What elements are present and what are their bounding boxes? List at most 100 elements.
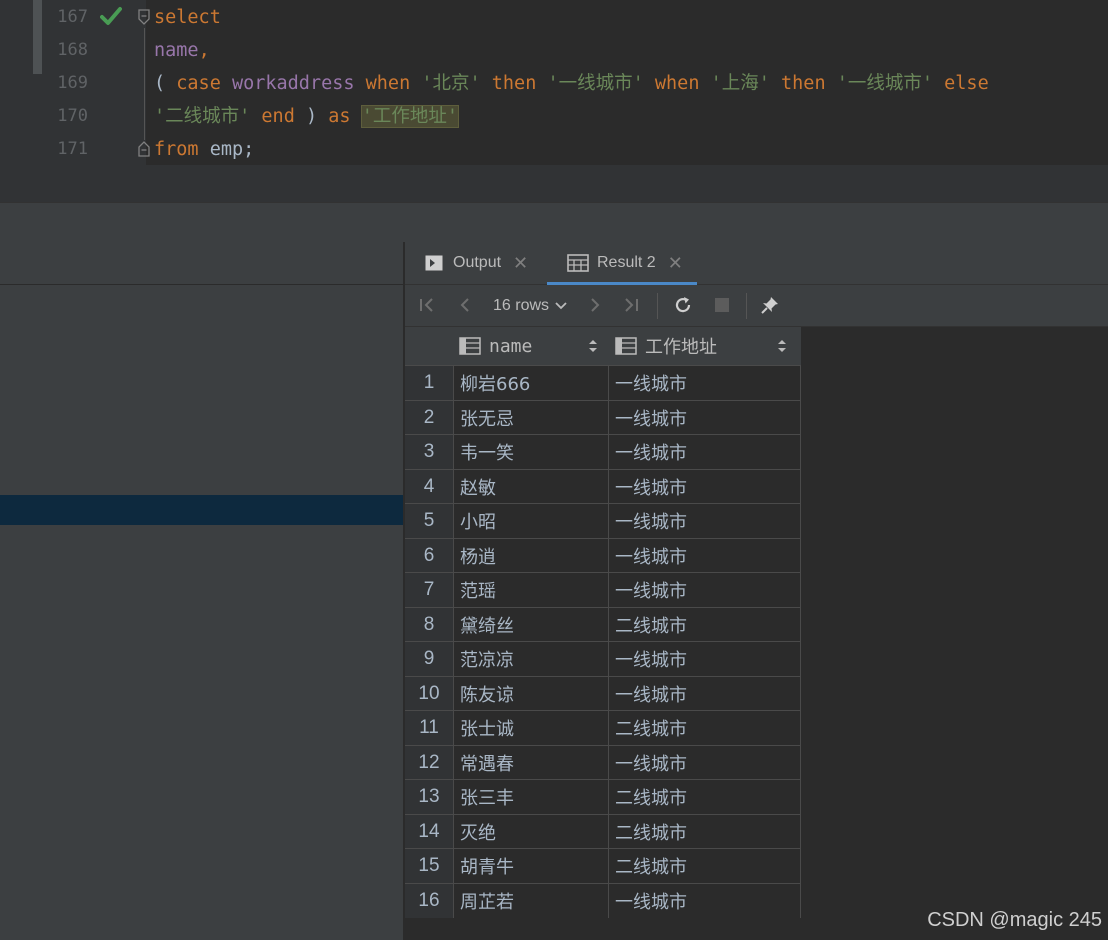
next-page-icon[interactable] — [585, 295, 605, 315]
line-number: 169 — [57, 73, 88, 93]
watermark: CSDN @magic 245 — [927, 909, 1102, 931]
tab-output[interactable]: Output ✕ — [425, 242, 528, 284]
cell-work-address[interactable]: 一线城市 — [609, 745, 801, 780]
cell-work-address[interactable]: 二线城市 — [609, 711, 801, 745]
cell-name[interactable]: 韦一笑 — [453, 435, 609, 469]
cell-name[interactable]: 周芷若 — [453, 883, 609, 918]
table-row[interactable]: 2 张无忌 一线城市 — [405, 399, 801, 435]
panel-splitter[interactable] — [0, 202, 1108, 244]
row-number: 12 — [405, 745, 453, 780]
line-number: 171 — [57, 139, 88, 159]
cell-name[interactable]: 小昭 — [453, 504, 609, 538]
table-row[interactable]: 5 小昭 一线城市 — [405, 503, 801, 538]
cell-name[interactable]: 张士诚 — [453, 711, 609, 745]
cell-work-address[interactable]: 一线城市 — [609, 400, 801, 435]
sort-icon[interactable] — [588, 338, 598, 354]
row-number: 5 — [405, 504, 453, 538]
results-tab-bar: Output ✕ Result 2 ✕ — [405, 242, 1108, 285]
rows-count-dropdown[interactable]: 16 rows — [493, 285, 567, 326]
table-row[interactable]: 8 黛绮丝 二线城市 — [405, 606, 801, 642]
row-number: 11 — [405, 711, 453, 745]
keyword: select — [154, 7, 221, 28]
fold-collapse-icon[interactable] — [137, 9, 151, 25]
code-line-171[interactable]: from emp; — [154, 133, 254, 166]
cell-name[interactable]: 黛绮丝 — [453, 607, 609, 642]
column-header-work-address[interactable]: 工作地址 — [615, 327, 717, 365]
keyword: else — [944, 73, 989, 94]
column-label: 工作地址 — [645, 337, 717, 358]
cell-work-address[interactable]: 一线城市 — [609, 642, 801, 676]
first-page-icon[interactable] — [417, 295, 437, 315]
cell-work-address[interactable]: 二线城市 — [609, 780, 801, 814]
table-row[interactable]: 3 韦一笑 一线城市 — [405, 434, 801, 469]
code-line-167[interactable]: select — [154, 1, 221, 34]
cell-work-address[interactable]: 二线城市 — [609, 607, 801, 642]
fold-end-icon[interactable] — [137, 141, 151, 157]
editor-bottom-strip — [44, 165, 1108, 202]
string-literal: '二线城市' — [154, 106, 251, 127]
cell-work-address[interactable]: 一线城市 — [609, 504, 801, 538]
refresh-icon[interactable] — [673, 295, 693, 315]
cell-work-address[interactable]: 一线城市 — [609, 573, 801, 607]
table-row[interactable]: 13 张三丰 二线城市 — [405, 779, 801, 814]
stop-icon[interactable] — [712, 295, 732, 315]
table-row[interactable]: 9 范凉凉 一线城市 — [405, 641, 801, 676]
table-row[interactable]: 10 陈友谅 一线城市 — [405, 675, 801, 711]
close-icon[interactable]: ✕ — [513, 253, 528, 274]
last-page-icon[interactable] — [621, 295, 641, 315]
cell-name[interactable]: 杨逍 — [453, 538, 609, 573]
cell-work-address[interactable]: 一线城市 — [609, 435, 801, 469]
cell-name[interactable]: 范瑶 — [453, 573, 609, 607]
table-row[interactable]: 15 胡青牛 二线城市 — [405, 848, 801, 883]
toolbar-separator — [746, 293, 747, 319]
code-editor[interactable]: 167 168 169 170 171 select name, ( case … — [0, 0, 1108, 202]
sort-icon[interactable] — [777, 338, 787, 354]
table-row[interactable]: 7 范瑶 一线城市 — [405, 572, 801, 607]
string-literal: '一线城市' — [547, 73, 644, 94]
table-row[interactable]: 4 赵敏 一线城市 — [405, 468, 801, 504]
previous-page-icon[interactable] — [455, 295, 475, 315]
cell-name[interactable]: 赵敏 — [453, 469, 609, 504]
checkmark-icon — [100, 7, 122, 25]
identifier: emp; — [209, 139, 255, 160]
cell-work-address[interactable]: 一线城市 — [609, 883, 801, 918]
line-number: 170 — [57, 106, 88, 126]
table-row[interactable]: 12 常遇春 一线城市 — [405, 744, 801, 780]
keyword: end — [261, 106, 295, 127]
cell-name[interactable]: 胡青牛 — [453, 849, 609, 883]
close-icon[interactable]: ✕ — [668, 253, 683, 274]
cell-name[interactable]: 张无忌 — [453, 400, 609, 435]
code-line-168[interactable]: name, — [154, 34, 210, 67]
column-header-name[interactable]: name — [459, 327, 532, 365]
cell-name[interactable]: 陈友谅 — [453, 676, 609, 711]
cell-name[interactable]: 灭绝 — [453, 814, 609, 849]
line-number: 167 — [57, 7, 88, 27]
string-literal: '上海' — [710, 73, 770, 94]
cell-name[interactable]: 柳岩666 — [453, 366, 609, 400]
keyword: from — [154, 139, 199, 160]
cell-work-address[interactable]: 二线城市 — [609, 814, 801, 849]
table-row[interactable]: 1 柳岩666 一线城市 — [405, 365, 801, 400]
table-row[interactable]: 11 张士诚 二线城市 — [405, 710, 801, 745]
cell-work-address[interactable]: 二线城市 — [609, 849, 801, 883]
table-row[interactable]: 14 灭绝 二线城市 — [405, 813, 801, 849]
cell-name[interactable]: 张三丰 — [453, 780, 609, 814]
tab-result-2[interactable]: Result 2 ✕ — [567, 242, 683, 284]
cell-name[interactable]: 常遇春 — [453, 745, 609, 780]
row-number: 14 — [405, 814, 453, 849]
rows-count-label: 16 rows — [493, 296, 550, 314]
cell-work-address[interactable]: 一线城市 — [609, 366, 801, 400]
code-line-170[interactable]: '二线城市' end ) as '工作地址' — [154, 100, 459, 133]
column-label: name — [489, 335, 533, 357]
table-row[interactable]: 6 杨逍 一线城市 — [405, 537, 801, 573]
table-row[interactable]: 16 周芷若 一线城市 — [405, 882, 801, 918]
cell-work-address[interactable]: 一线城市 — [609, 469, 801, 504]
toolbar-separator — [657, 293, 658, 319]
selected-tree-row[interactable] — [0, 495, 404, 525]
pin-icon[interactable] — [760, 295, 780, 315]
code-line-169[interactable]: ( case workaddress when '北京' then '一线城市'… — [154, 67, 989, 100]
cell-work-address[interactable]: 一线城市 — [609, 538, 801, 573]
row-number: 16 — [405, 883, 453, 918]
cell-name[interactable]: 范凉凉 — [453, 642, 609, 676]
cell-work-address[interactable]: 一线城市 — [609, 676, 801, 711]
